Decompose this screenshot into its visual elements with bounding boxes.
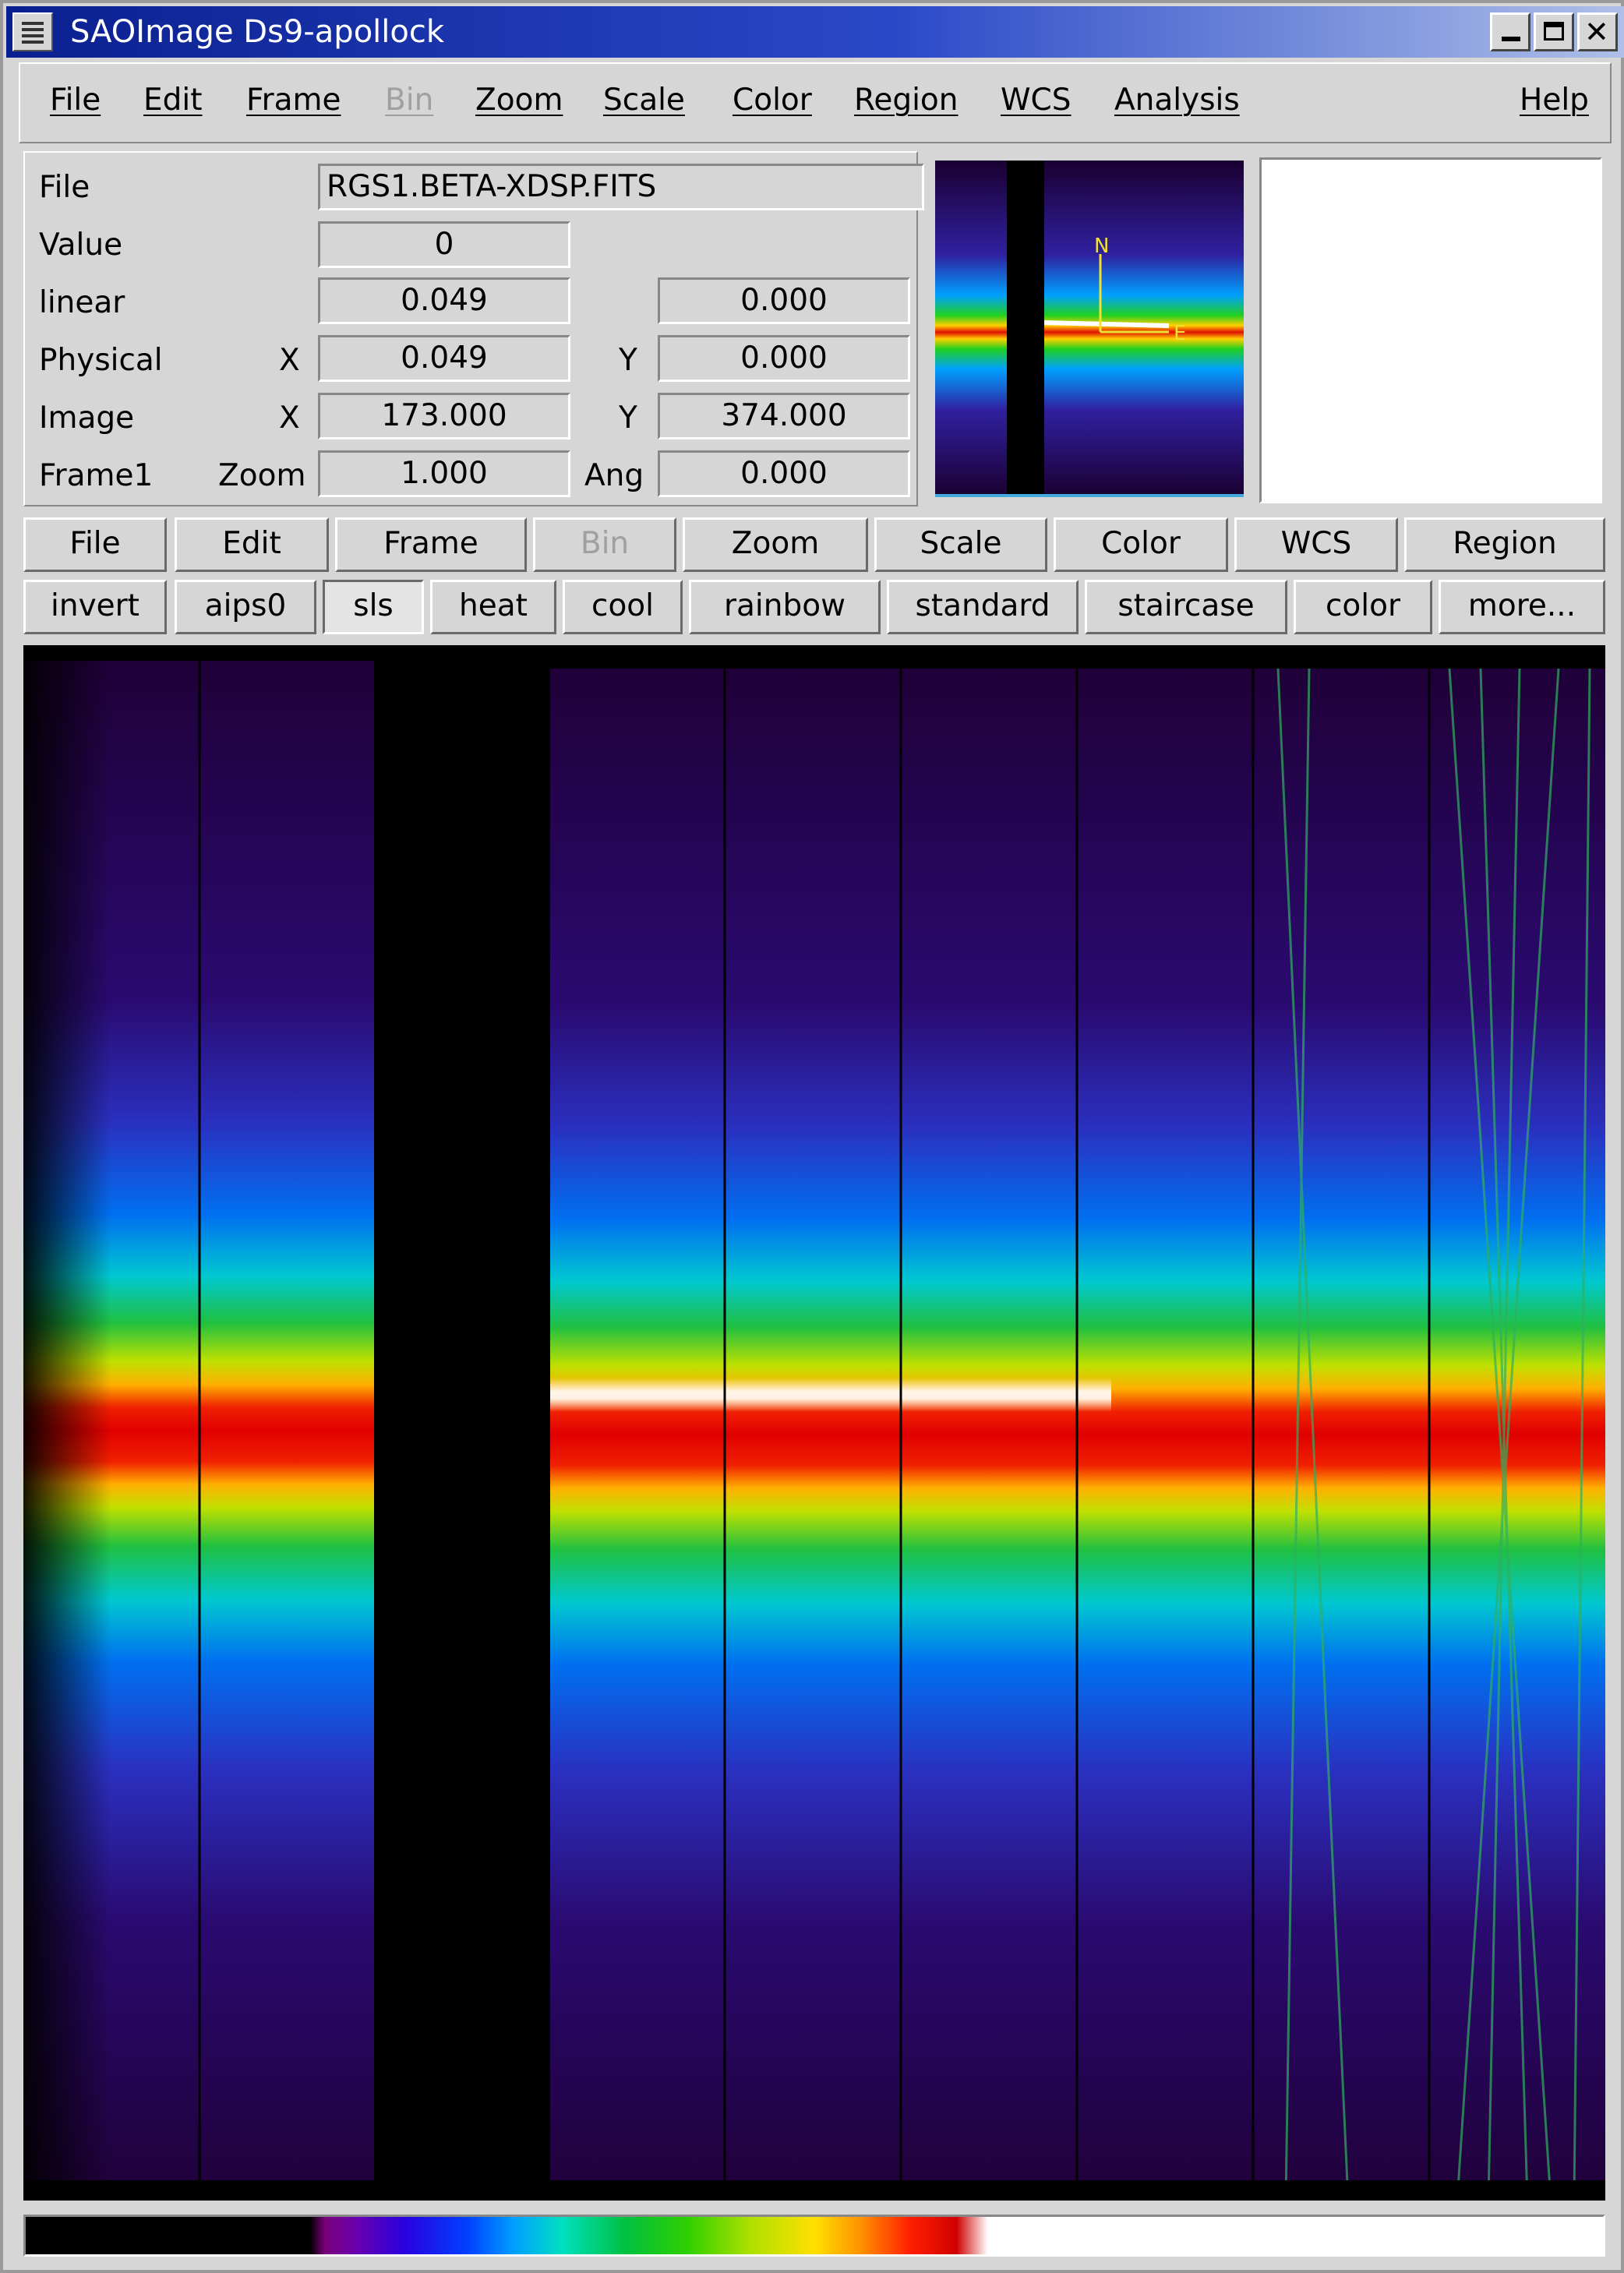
title-bar[interactable]: SAOImage Ds9-apollock ✕: [6, 6, 1624, 58]
colormap-aips0[interactable]: aips0: [175, 580, 316, 634]
colormap-sls[interactable]: sls: [323, 580, 424, 634]
menubar: File Edit Frame Bin Zoom Scale Color Reg…: [19, 62, 1612, 143]
bottom-edge: [23, 2180, 1605, 2201]
image-display[interactable]: [23, 645, 1605, 2201]
linear-field-2: 0.000: [658, 277, 910, 324]
linear-label: linear: [39, 285, 125, 320]
colormap-color[interactable]: color: [1294, 580, 1432, 634]
maximize-button[interactable]: [1534, 12, 1574, 51]
window-menu-icon[interactable]: [12, 12, 53, 51]
dead-chip-gap: [374, 645, 550, 2201]
physical-y-label: Y: [619, 343, 637, 378]
menu-scale[interactable]: Scale: [603, 83, 685, 118]
physical-y-field: 0.000: [658, 335, 910, 382]
zoom-field: 1.000: [318, 450, 570, 497]
colorbar[interactable]: [23, 2215, 1605, 2257]
button-zoom[interactable]: Zoom: [683, 517, 868, 572]
menu-frame[interactable]: Frame: [246, 83, 341, 118]
image-x-field: 173.000: [318, 393, 570, 439]
physical-x-label: X: [279, 343, 300, 378]
minimize-button[interactable]: [1490, 12, 1530, 51]
menu-edit[interactable]: Edit: [143, 83, 203, 118]
button-region[interactable]: Region: [1404, 517, 1605, 572]
panner-gap: [1007, 161, 1044, 494]
button-wcs[interactable]: WCS: [1234, 517, 1398, 572]
physical-label: Physical: [39, 343, 163, 378]
file-name-field: RGS1.BETA-XDSP.FITS: [318, 164, 924, 210]
panner-thumbnail: N E: [935, 161, 1244, 494]
menu-help[interactable]: Help: [1520, 83, 1589, 118]
window-title: SAOImage Ds9-apollock: [70, 14, 445, 50]
physical-x-field: 0.049: [318, 335, 570, 382]
value-label: Value: [39, 228, 123, 263]
frame-label: Frame1: [39, 458, 154, 493]
ds9-window: SAOImage Ds9-apollock ✕ File Edit Frame …: [0, 0, 1624, 2273]
image-label: Image: [39, 401, 135, 436]
colormap-heat[interactable]: heat: [430, 580, 556, 634]
button-frame[interactable]: Frame: [335, 517, 527, 572]
panner-band: [935, 161, 1244, 494]
angle-field: 0.000: [658, 450, 910, 497]
maximize-icon: [1544, 22, 1564, 41]
colormap-staircase[interactable]: staircase: [1085, 580, 1287, 634]
zoom-label: Zoom: [218, 458, 306, 493]
colormap-more[interactable]: more...: [1439, 580, 1605, 634]
menu-bin[interactable]: Bin: [385, 83, 433, 118]
menu-analysis[interactable]: Analysis: [1114, 83, 1240, 118]
info-panel: File RGS1.BETA-XDSP.FITS Value 0 linear …: [23, 151, 924, 506]
menu-color[interactable]: Color: [733, 83, 812, 118]
button-color[interactable]: Color: [1054, 517, 1228, 572]
button-scale[interactable]: Scale: [874, 517, 1047, 572]
colormap-cool[interactable]: cool: [563, 580, 683, 634]
angle-label: Ang: [584, 458, 644, 493]
bright-core: [550, 1378, 1111, 1412]
menu-zoom[interactable]: Zoom: [475, 83, 563, 118]
linear-field-1: 0.049: [318, 277, 570, 324]
image-y-field: 374.000: [658, 393, 910, 439]
menu-region[interactable]: Region: [854, 83, 959, 118]
fits-image: [23, 645, 1605, 2201]
magnifier-view: [1259, 157, 1602, 503]
close-icon: ✕: [1584, 15, 1609, 49]
compass-east-label: E: [1174, 322, 1186, 345]
colormap-rainbow[interactable]: rainbow: [689, 580, 881, 634]
panner-view[interactable]: N E: [935, 161, 1244, 497]
button-edit[interactable]: Edit: [175, 517, 329, 572]
button-file[interactable]: File: [23, 517, 167, 572]
image-y-label: Y: [619, 401, 637, 436]
panner-bright-line: [1043, 320, 1170, 328]
minimize-icon: [1502, 37, 1520, 41]
value-field: 0: [318, 221, 570, 268]
button-bin[interactable]: Bin: [533, 517, 676, 572]
menu-wcs[interactable]: WCS: [1001, 83, 1071, 118]
menu-file[interactable]: File: [50, 83, 101, 118]
file-label: File: [39, 170, 90, 205]
colormap-standard[interactable]: standard: [887, 580, 1079, 634]
colormap-invert[interactable]: invert: [23, 580, 167, 634]
close-button[interactable]: ✕: [1577, 12, 1618, 51]
image-x-label: X: [279, 401, 300, 436]
compass-north-label: N: [1094, 235, 1109, 258]
